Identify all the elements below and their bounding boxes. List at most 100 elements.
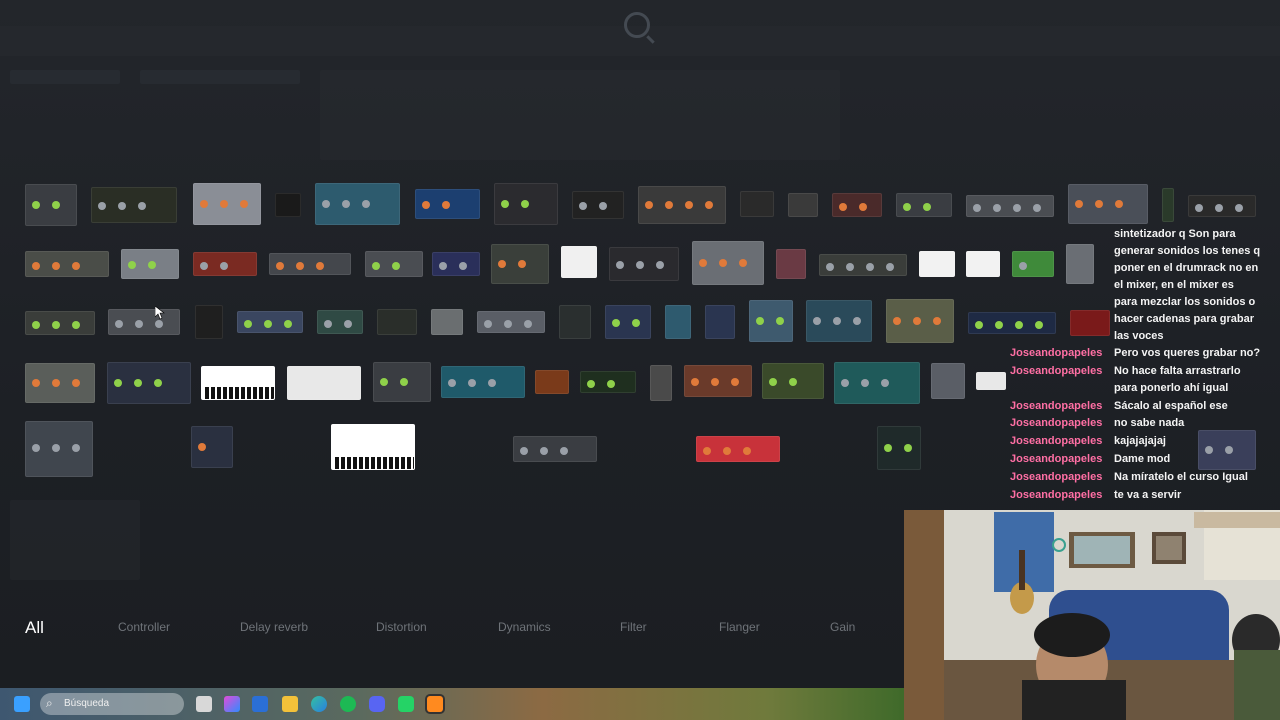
plugin-thumbnail[interactable] bbox=[91, 187, 177, 223]
plugin-thumbnail[interactable] bbox=[605, 305, 651, 339]
whatsapp-icon[interactable] bbox=[398, 696, 414, 712]
plugin-thumbnail[interactable] bbox=[275, 193, 301, 217]
plugin-thumbnail[interactable] bbox=[201, 366, 275, 400]
piano-key bbox=[223, 387, 227, 399]
plugin-thumbnail[interactable] bbox=[749, 300, 793, 342]
plugin-thumbnail[interactable] bbox=[968, 312, 1056, 334]
copilot-icon[interactable] bbox=[224, 696, 240, 712]
plugin-thumbnail[interactable] bbox=[25, 311, 95, 335]
plugin-thumbnail[interactable] bbox=[108, 309, 180, 335]
plugin-thumbnail[interactable] bbox=[1012, 251, 1054, 277]
plugin-thumbnail[interactable] bbox=[191, 426, 233, 468]
plugin-thumbnail[interactable] bbox=[317, 310, 363, 334]
plugin-thumbnail[interactable] bbox=[665, 305, 691, 339]
plugin-thumbnail[interactable] bbox=[477, 311, 545, 333]
plugin-thumbnail[interactable] bbox=[692, 241, 764, 285]
plugin-thumbnail[interactable] bbox=[572, 191, 624, 219]
plugin-thumbnail[interactable] bbox=[193, 252, 257, 276]
plugin-knob bbox=[699, 258, 707, 267]
file-explorer-icon[interactable] bbox=[282, 696, 298, 712]
plugin-thumbnail[interactable] bbox=[331, 424, 415, 470]
plugin-thumbnail[interactable] bbox=[762, 363, 824, 399]
plugin-thumbnail[interactable] bbox=[287, 366, 361, 400]
plugin-thumbnail[interactable] bbox=[896, 193, 952, 217]
plugin-thumbnail[interactable] bbox=[609, 247, 679, 281]
discord-icon[interactable] bbox=[369, 696, 385, 712]
plugin-thumbnail[interactable] bbox=[976, 372, 1006, 390]
plugin-thumbnail[interactable] bbox=[919, 251, 955, 277]
plugin-thumbnail[interactable] bbox=[25, 363, 95, 403]
plugin-thumbnail[interactable] bbox=[819, 254, 907, 276]
plugin-thumbnail[interactable] bbox=[740, 191, 774, 217]
plugin-thumbnail[interactable] bbox=[237, 311, 303, 333]
plugin-thumbnail[interactable] bbox=[535, 370, 569, 394]
plugin-knob bbox=[52, 320, 60, 329]
plugin-thumbnail[interactable] bbox=[373, 362, 431, 402]
category-filter[interactable]: Filter bbox=[620, 620, 647, 634]
plugin-thumbnail[interactable] bbox=[966, 195, 1054, 217]
plugin-thumbnail[interactable] bbox=[193, 183, 261, 225]
plugin-thumbnail[interactable] bbox=[1188, 195, 1256, 217]
plugin-thumbnail[interactable] bbox=[877, 426, 921, 470]
chat-username: Joseandopapeles bbox=[1010, 365, 1103, 377]
plugin-thumbnail[interactable] bbox=[377, 309, 417, 335]
plugin-thumbnail[interactable] bbox=[432, 252, 480, 276]
plugin-thumbnail[interactable] bbox=[315, 183, 400, 225]
category-dynamics[interactable]: Dynamics bbox=[498, 620, 551, 634]
spotify-icon[interactable] bbox=[340, 696, 356, 712]
category-gain[interactable]: Gain bbox=[830, 620, 855, 634]
plugin-thumbnail[interactable] bbox=[684, 365, 752, 397]
plugin-thumbnail[interactable] bbox=[834, 362, 920, 404]
plugin-thumbnail[interactable] bbox=[107, 362, 191, 404]
plugin-thumbnail[interactable] bbox=[832, 193, 882, 217]
task-view-icon[interactable] bbox=[196, 696, 212, 712]
plugin-thumbnail[interactable] bbox=[1066, 244, 1094, 284]
plugin-thumbnail[interactable] bbox=[705, 305, 735, 339]
plugin-thumbnail[interactable] bbox=[441, 366, 525, 398]
plugin-knob bbox=[524, 320, 532, 328]
plugin-thumbnail[interactable] bbox=[494, 183, 558, 225]
plugin-thumbnail[interactable] bbox=[365, 251, 423, 277]
piano-key bbox=[395, 457, 399, 469]
category-delay-reverb[interactable]: Delay reverb bbox=[240, 620, 308, 634]
plugin-thumbnail[interactable] bbox=[559, 305, 591, 339]
plugin-thumbnail[interactable] bbox=[788, 193, 818, 217]
plugin-thumbnail[interactable] bbox=[1068, 184, 1148, 224]
plugin-thumbnail[interactable] bbox=[1162, 188, 1174, 222]
plugin-thumbnail[interactable] bbox=[650, 365, 672, 401]
plugin-knob bbox=[32, 201, 40, 209]
windows-start-icon[interactable] bbox=[14, 696, 30, 712]
plugin-thumbnail[interactable] bbox=[269, 253, 351, 275]
plugin-thumbnail[interactable] bbox=[561, 246, 597, 278]
plugin-thumbnail[interactable] bbox=[966, 251, 1000, 277]
plugin-thumbnail[interactable] bbox=[431, 309, 463, 335]
taskbar-search-input[interactable]: ⌕ Búsqueda bbox=[40, 693, 184, 715]
plugin-thumbnail[interactable] bbox=[1198, 430, 1256, 470]
category-distortion[interactable]: Distortion bbox=[376, 620, 427, 634]
plugin-thumbnail[interactable] bbox=[638, 186, 726, 224]
plugin-thumbnail[interactable] bbox=[806, 300, 872, 342]
plugin-thumbnail[interactable] bbox=[931, 363, 965, 399]
store-icon[interactable] bbox=[252, 696, 268, 712]
plugin-thumbnail[interactable] bbox=[415, 189, 480, 219]
plugin-thumbnail[interactable] bbox=[195, 305, 223, 339]
category-all[interactable]: All bbox=[25, 618, 44, 638]
plugin-thumbnail[interactable] bbox=[580, 371, 636, 393]
plugin-thumbnail[interactable] bbox=[696, 436, 780, 462]
plugin-knob bbox=[220, 200, 228, 208]
edge-icon[interactable] bbox=[311, 696, 327, 712]
category-flanger[interactable]: Flanger bbox=[719, 620, 760, 634]
plugin-thumbnail[interactable] bbox=[25, 251, 109, 277]
plugin-knob bbox=[913, 316, 921, 325]
plugin-thumbnail[interactable] bbox=[25, 184, 77, 226]
category-controller[interactable]: Controller bbox=[118, 620, 170, 634]
plugin-thumbnail[interactable] bbox=[491, 244, 549, 284]
plugin-thumbnail[interactable] bbox=[513, 436, 597, 462]
plugin-knob bbox=[52, 379, 60, 388]
fl-studio-icon[interactable] bbox=[427, 696, 443, 712]
plugin-thumbnail[interactable] bbox=[25, 421, 93, 477]
plugin-thumbnail[interactable] bbox=[776, 249, 806, 279]
plugin-thumbnail[interactable] bbox=[1070, 310, 1110, 336]
plugin-thumbnail[interactable] bbox=[886, 299, 954, 343]
plugin-thumbnail[interactable] bbox=[121, 249, 179, 279]
